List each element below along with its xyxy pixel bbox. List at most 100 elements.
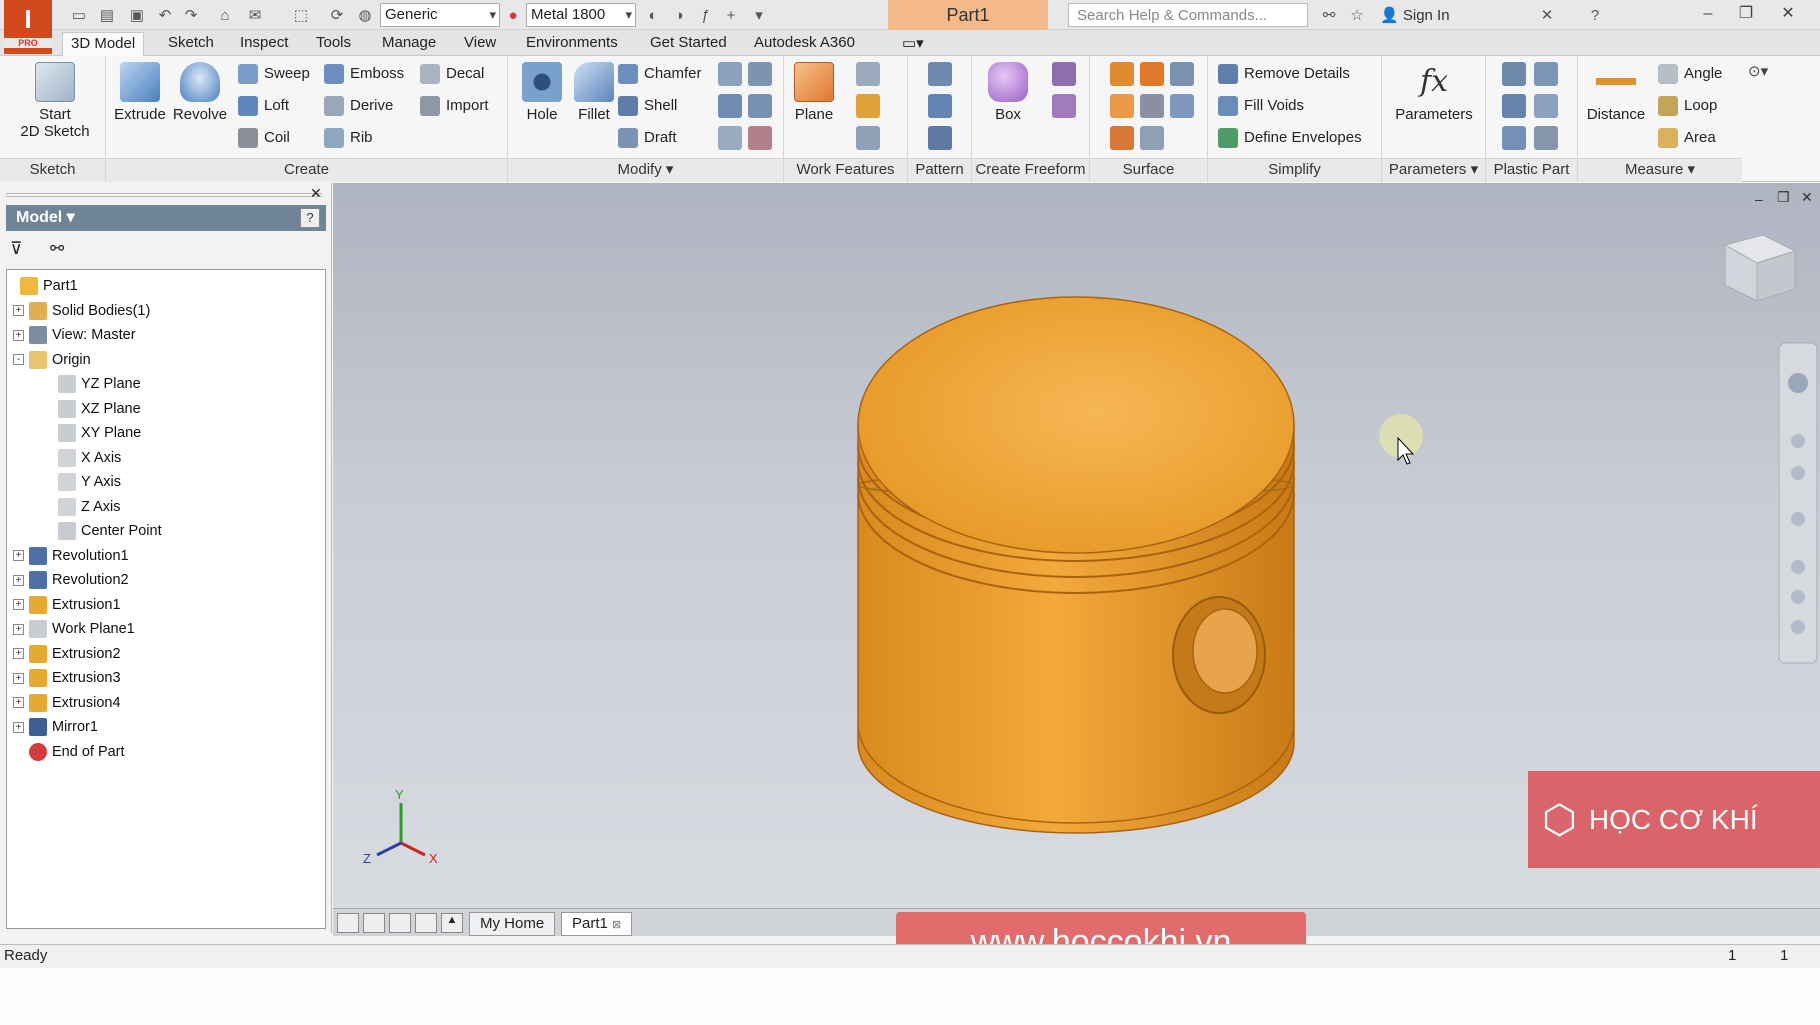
- axis-icon[interactable]: [856, 62, 880, 86]
- freeform-convert-icon[interactable]: [1052, 94, 1076, 118]
- star-icon[interactable]: ☆: [1346, 4, 1368, 26]
- undo-icon[interactable]: ↶: [154, 4, 176, 26]
- collapse-icon[interactable]: -: [13, 354, 24, 365]
- tab-tools[interactable]: Tools: [308, 32, 359, 56]
- part1-tab[interactable]: Part1 ⊠: [561, 912, 633, 936]
- tile-icon[interactable]: [337, 913, 359, 933]
- binoculars-icon[interactable]: ⚯: [1318, 4, 1340, 26]
- browser-help-icon[interactable]: ?: [300, 208, 320, 228]
- exchange-icon[interactable]: ✕: [1536, 4, 1558, 26]
- open-icon[interactable]: ▤: [96, 4, 118, 26]
- decal-button[interactable]: Decal: [420, 62, 484, 86]
- move-face-icon[interactable]: [748, 94, 772, 118]
- viewport-close-icon[interactable]: ✕: [1801, 189, 1813, 206]
- piston-model[interactable]: [857, 296, 1295, 834]
- find-icon[interactable]: ⚯: [50, 239, 64, 259]
- modify-panel-title[interactable]: Modify ▾: [508, 158, 783, 182]
- extrude-button[interactable]: Extrude: [110, 62, 170, 123]
- plus-icon[interactable]: +: [720, 4, 742, 26]
- start-2d-sketch-button[interactable]: Start 2D Sketch: [20, 62, 90, 140]
- clear-icon[interactable]: ◑: [668, 4, 690, 26]
- freeform-edit-icon[interactable]: [1052, 62, 1076, 86]
- snap-fit-icon[interactable]: [1534, 94, 1558, 118]
- viewport-minimize-icon[interactable]: –: [1755, 191, 1763, 207]
- mail-icon[interactable]: ✉: [244, 4, 266, 26]
- app-logo[interactable]: I PRO: [4, 0, 52, 54]
- box-button[interactable]: Box: [980, 62, 1036, 123]
- restore-button[interactable]: ❐: [1728, 2, 1764, 26]
- sign-in-button[interactable]: 👤 Sign In: [1380, 6, 1450, 24]
- rectangular-pattern-icon[interactable]: [928, 62, 952, 86]
- tree-item[interactable]: Center Point: [53, 519, 162, 543]
- import-button[interactable]: Import: [420, 94, 489, 118]
- viewport-restore-icon[interactable]: ❐: [1777, 189, 1790, 206]
- mirror-icon[interactable]: [928, 126, 952, 150]
- fx-icon[interactable]: ƒ: [694, 4, 716, 26]
- tree-item[interactable]: + Extrusion1: [13, 593, 121, 617]
- ruled-surface-icon[interactable]: [1140, 126, 1164, 150]
- patch-icon[interactable]: [1140, 62, 1164, 86]
- remove-details-button[interactable]: Remove Details: [1218, 62, 1350, 86]
- split-view-icon[interactable]: [415, 913, 437, 933]
- expand-icon[interactable]: +: [13, 550, 24, 561]
- expand-icon[interactable]: +: [13, 697, 24, 708]
- new-icon[interactable]: ▭: [68, 4, 90, 26]
- tab-menu-icon[interactable]: ▲: [441, 913, 463, 933]
- redo-icon[interactable]: ↷: [180, 4, 202, 26]
- parameters-button[interactable]: fx Parameters: [1384, 62, 1484, 123]
- home-icon[interactable]: ⌂: [214, 4, 236, 26]
- replace-face-icon[interactable]: [1170, 94, 1194, 118]
- tree-item[interactable]: + Revolution1: [13, 544, 129, 568]
- customize-icon[interactable]: ▾: [748, 4, 770, 26]
- sculpt-icon[interactable]: [1170, 62, 1194, 86]
- tree-item[interactable]: End of Part: [13, 740, 125, 764]
- draft-button[interactable]: Draft: [618, 126, 677, 150]
- list-icon[interactable]: [389, 913, 411, 933]
- expand-icon[interactable]: +: [13, 599, 24, 610]
- emboss-button[interactable]: Emboss: [324, 62, 404, 86]
- tab-sketch[interactable]: Sketch: [160, 32, 222, 56]
- shell-button[interactable]: Shell: [618, 94, 677, 118]
- tab-inspect[interactable]: Inspect: [232, 32, 296, 56]
- grid-icon[interactable]: [363, 913, 385, 933]
- ucs-icon[interactable]: [856, 126, 880, 150]
- sweep-button[interactable]: Sweep: [238, 62, 310, 86]
- plane-button[interactable]: Plane: [786, 62, 842, 123]
- coil-button[interactable]: Coil: [238, 126, 290, 150]
- rule-fillet-icon[interactable]: [1502, 126, 1526, 150]
- derive-button[interactable]: Derive: [324, 94, 393, 118]
- expand-icon[interactable]: +: [13, 648, 24, 659]
- tree-item[interactable]: + Work Plane1: [13, 617, 135, 641]
- revolve-button[interactable]: Revolve: [170, 62, 230, 123]
- my-home-tab[interactable]: My Home: [469, 912, 556, 936]
- chamfer-button[interactable]: Chamfer: [618, 62, 702, 86]
- tree-item[interactable]: - Origin: [13, 348, 91, 372]
- fillet-button[interactable]: Fillet: [566, 62, 622, 123]
- tree-item[interactable]: XY Plane: [53, 421, 141, 445]
- area-button[interactable]: Area: [1658, 126, 1716, 150]
- combine-icon[interactable]: [718, 94, 742, 118]
- hole-button[interactable]: Hole: [514, 62, 570, 123]
- tree-item[interactable]: Z Axis: [53, 495, 120, 519]
- split-icon[interactable]: [748, 62, 772, 86]
- minimize-button[interactable]: –: [1690, 2, 1726, 26]
- tree-item[interactable]: X Axis: [53, 446, 121, 470]
- material-select[interactable]: Metal 1800: [526, 3, 636, 27]
- loop-button[interactable]: Loop: [1658, 94, 1717, 118]
- lip-icon[interactable]: [1534, 126, 1558, 150]
- color-wheel-icon[interactable]: ◍: [354, 4, 376, 26]
- tab-view[interactable]: View: [456, 32, 504, 56]
- rib-button[interactable]: Rib: [324, 126, 373, 150]
- angle-button[interactable]: Angle: [1658, 62, 1722, 86]
- grill-icon[interactable]: [1502, 62, 1526, 86]
- boss-icon[interactable]: [1534, 62, 1558, 86]
- define-envelopes-button[interactable]: Define Envelopes: [1218, 126, 1362, 150]
- expand-icon[interactable]: +: [13, 672, 24, 684]
- view-cube[interactable]: [1723, 234, 1797, 302]
- expand-icon[interactable]: +: [13, 329, 24, 341]
- tree-item[interactable]: + View: Master: [13, 323, 136, 347]
- loft-button[interactable]: Loft: [238, 94, 289, 118]
- thicken-icon[interactable]: [718, 126, 742, 150]
- tab-environments[interactable]: Environments: [518, 32, 626, 56]
- expand-icon[interactable]: +: [13, 623, 24, 635]
